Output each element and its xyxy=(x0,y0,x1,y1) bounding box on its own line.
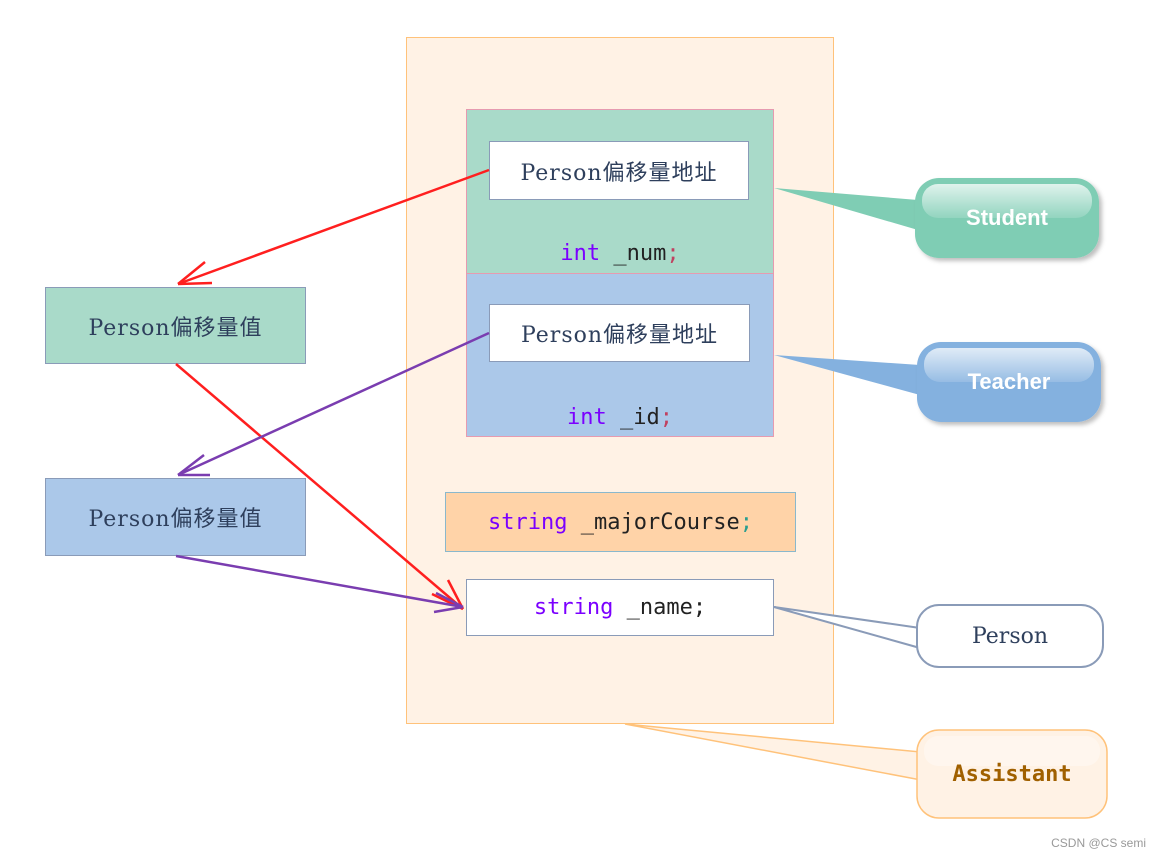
assistant-callout-tail xyxy=(624,723,922,781)
student-callout-label: Student xyxy=(966,205,1048,230)
arrow-student-pointer-to-offset xyxy=(177,168,490,286)
person-callout-label: Person xyxy=(971,623,1049,649)
arrow-student-offset-to-name xyxy=(175,363,464,610)
watermark: CSDN @CS semi xyxy=(1051,836,1146,850)
assistant-callout-label: Assistant xyxy=(952,761,1072,787)
arrow-teacher-offset-to-name xyxy=(175,554,464,609)
arrow-head-teacher-offset xyxy=(177,454,210,477)
teacher-callout-label: Teacher xyxy=(967,369,1051,394)
student-callout-tail xyxy=(774,188,918,230)
person-callout-tail xyxy=(773,606,921,650)
teacher-callout-tail xyxy=(774,355,920,395)
